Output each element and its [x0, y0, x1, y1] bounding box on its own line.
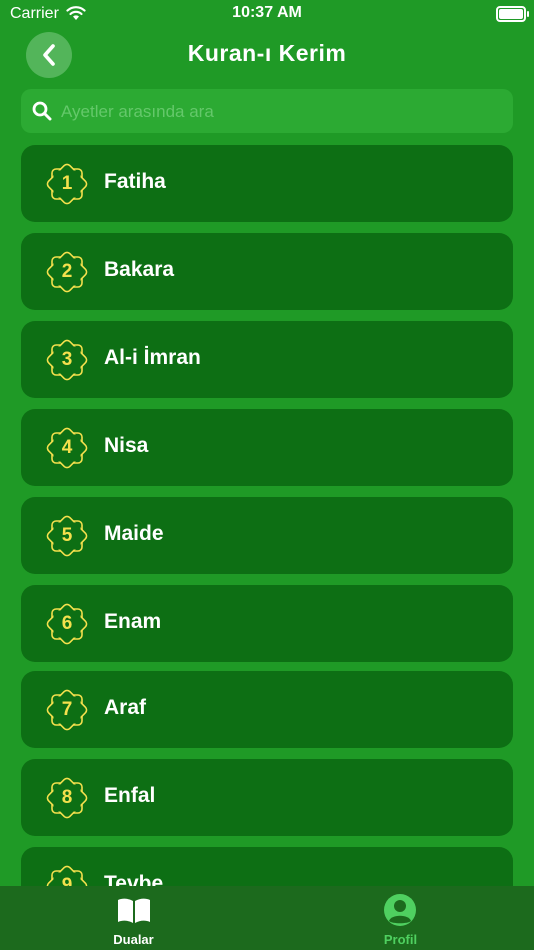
surah-number-badge: 8: [41, 772, 93, 824]
status-time: 10:37 AM: [232, 4, 302, 21]
surah-name: Araf: [104, 696, 147, 719]
surah-number: 2: [61, 261, 73, 282]
tab-dualar[interactable]: Dualar: [0, 886, 267, 950]
surah-name: Enfal: [104, 784, 156, 807]
nav-header: Kuran-ı Kerim: [0, 30, 534, 84]
surah-number-badge: 5: [41, 510, 93, 562]
surah-number: 6: [61, 613, 73, 634]
surah-item[interactable]: 6 Enam: [21, 585, 513, 662]
surah-item[interactable]: 7 Araf: [21, 671, 513, 748]
profile-icon: [384, 894, 416, 926]
surah-item[interactable]: 2 Bakara: [21, 233, 513, 310]
surah-item[interactable]: 1 Fatiha: [21, 145, 513, 222]
search-input[interactable]: [59, 89, 503, 135]
surah-number-badge: 1: [41, 158, 93, 210]
surah-number-badge: 3: [41, 334, 93, 386]
page-title: Kuran-ı Kerim: [187, 40, 347, 66]
surah-number: 3: [61, 349, 73, 370]
surah-item[interactable]: 5 Maide: [21, 497, 513, 574]
status-bar: Carrier 10:37 AM: [0, 0, 534, 30]
surah-number: 7: [61, 699, 73, 720]
surah-name: Maide: [104, 522, 164, 545]
search-bar[interactable]: [21, 89, 513, 135]
tab-bar: Dualar Profil: [0, 886, 534, 950]
tab-label: Dualar: [113, 932, 154, 947]
surah-item[interactable]: 8 Enfal: [21, 759, 513, 836]
surah-number: 5: [61, 525, 73, 546]
surah-number-badge: 6: [41, 598, 93, 650]
surah-name: Enam: [104, 610, 162, 633]
surah-number: 1: [61, 173, 73, 194]
surah-number-badge: 2: [41, 246, 93, 298]
book-icon: [118, 898, 150, 923]
surah-number: 4: [61, 437, 73, 458]
surah-name: Nisa: [104, 434, 149, 457]
surah-number: 8: [61, 787, 73, 808]
surah-number-badge: 7: [41, 684, 93, 736]
tab-label: Profil: [383, 932, 418, 947]
surah-name: Bakara: [104, 258, 175, 281]
search-icon: [32, 101, 52, 121]
surah-name: Fatiha: [104, 170, 166, 193]
surah-number-badge: 4: [41, 422, 93, 474]
surah-item[interactable]: 3 Al-i İmran: [21, 321, 513, 398]
tab-profil[interactable]: Profil: [267, 886, 534, 950]
surah-item[interactable]: 4 Nisa: [21, 409, 513, 486]
surah-name: Al-i İmran: [104, 346, 201, 369]
battery-icon: [496, 6, 529, 22]
